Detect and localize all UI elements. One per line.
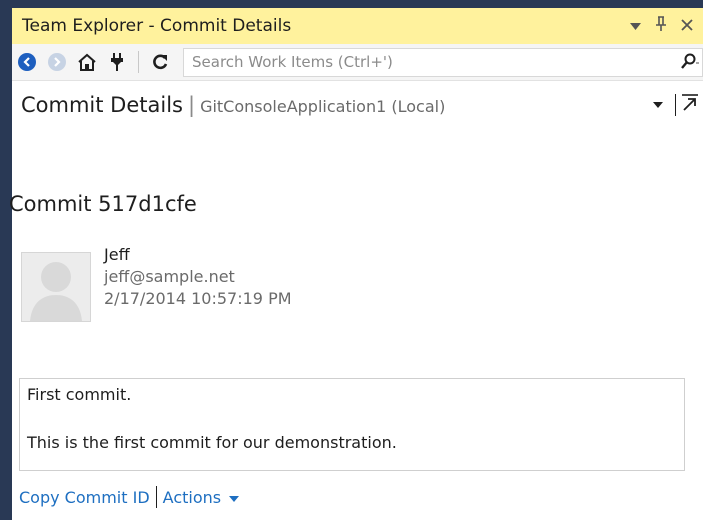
back-icon: [18, 53, 36, 71]
window-position-dropdown-icon[interactable]: [625, 17, 645, 35]
refresh-icon: [153, 54, 168, 70]
window-frame-top: [0, 0, 703, 8]
actions-label: Actions: [162, 487, 222, 507]
search-input[interactable]: [184, 48, 668, 76]
actions-menu-link[interactable]: Actions: [163, 488, 240, 507]
back-button[interactable]: [12, 48, 42, 76]
commit-title: Commit 517d1cfe: [9, 192, 197, 216]
commit-message-box[interactable]: First commit. This is the first commit f…: [19, 378, 685, 471]
copy-commit-id-link[interactable]: Copy Commit ID: [19, 488, 150, 507]
undock-icon[interactable]: [681, 94, 703, 116]
page-header: Commit Details | GitConsoleApplication1 …: [12, 80, 703, 130]
avatar: [21, 252, 91, 322]
commit-message-summary: First commit.: [27, 385, 132, 404]
connect-button[interactable]: [102, 48, 132, 76]
links-separator: [155, 486, 157, 508]
author-name: Jeff: [104, 245, 130, 264]
commit-actions-bar: Copy Commit ID Actions: [19, 486, 240, 508]
search-icon[interactable]: [668, 53, 702, 71]
home-icon: [78, 53, 96, 71]
window-frame-left: [0, 0, 12, 520]
title-bar[interactable]: Team Explorer - Commit Details: [12, 8, 703, 44]
commit-date: 2/17/2014 10:57:19 PM: [104, 289, 292, 308]
toolbar: [12, 44, 703, 81]
author-email: jeff@sample.net: [104, 267, 235, 286]
header-separator: |: [187, 93, 196, 117]
chevron-down-icon: [226, 495, 240, 506]
window-title: Team Explorer - Commit Details: [22, 16, 292, 36]
connect-icon: [111, 53, 123, 71]
repository-name: GitConsoleApplication1 (Local): [200, 97, 446, 116]
pin-icon[interactable]: [651, 16, 671, 36]
author-info: Jeff jeff@sample.net 2/17/2014 10:57:19 …: [104, 244, 292, 310]
header-divider: [675, 94, 676, 116]
search-work-items-box[interactable]: [183, 47, 703, 77]
forward-icon: [48, 53, 66, 71]
page-navigation-dropdown-icon[interactable]: [646, 98, 670, 112]
forward-button[interactable]: [42, 48, 72, 76]
page-title: Commit Details: [21, 93, 183, 117]
toolbar-separator: [138, 51, 139, 73]
home-button[interactable]: [72, 48, 102, 76]
commit-message-body: This is the first commit for our demonst…: [27, 433, 397, 452]
refresh-button[interactable]: [145, 48, 175, 76]
close-icon[interactable]: [677, 17, 697, 35]
